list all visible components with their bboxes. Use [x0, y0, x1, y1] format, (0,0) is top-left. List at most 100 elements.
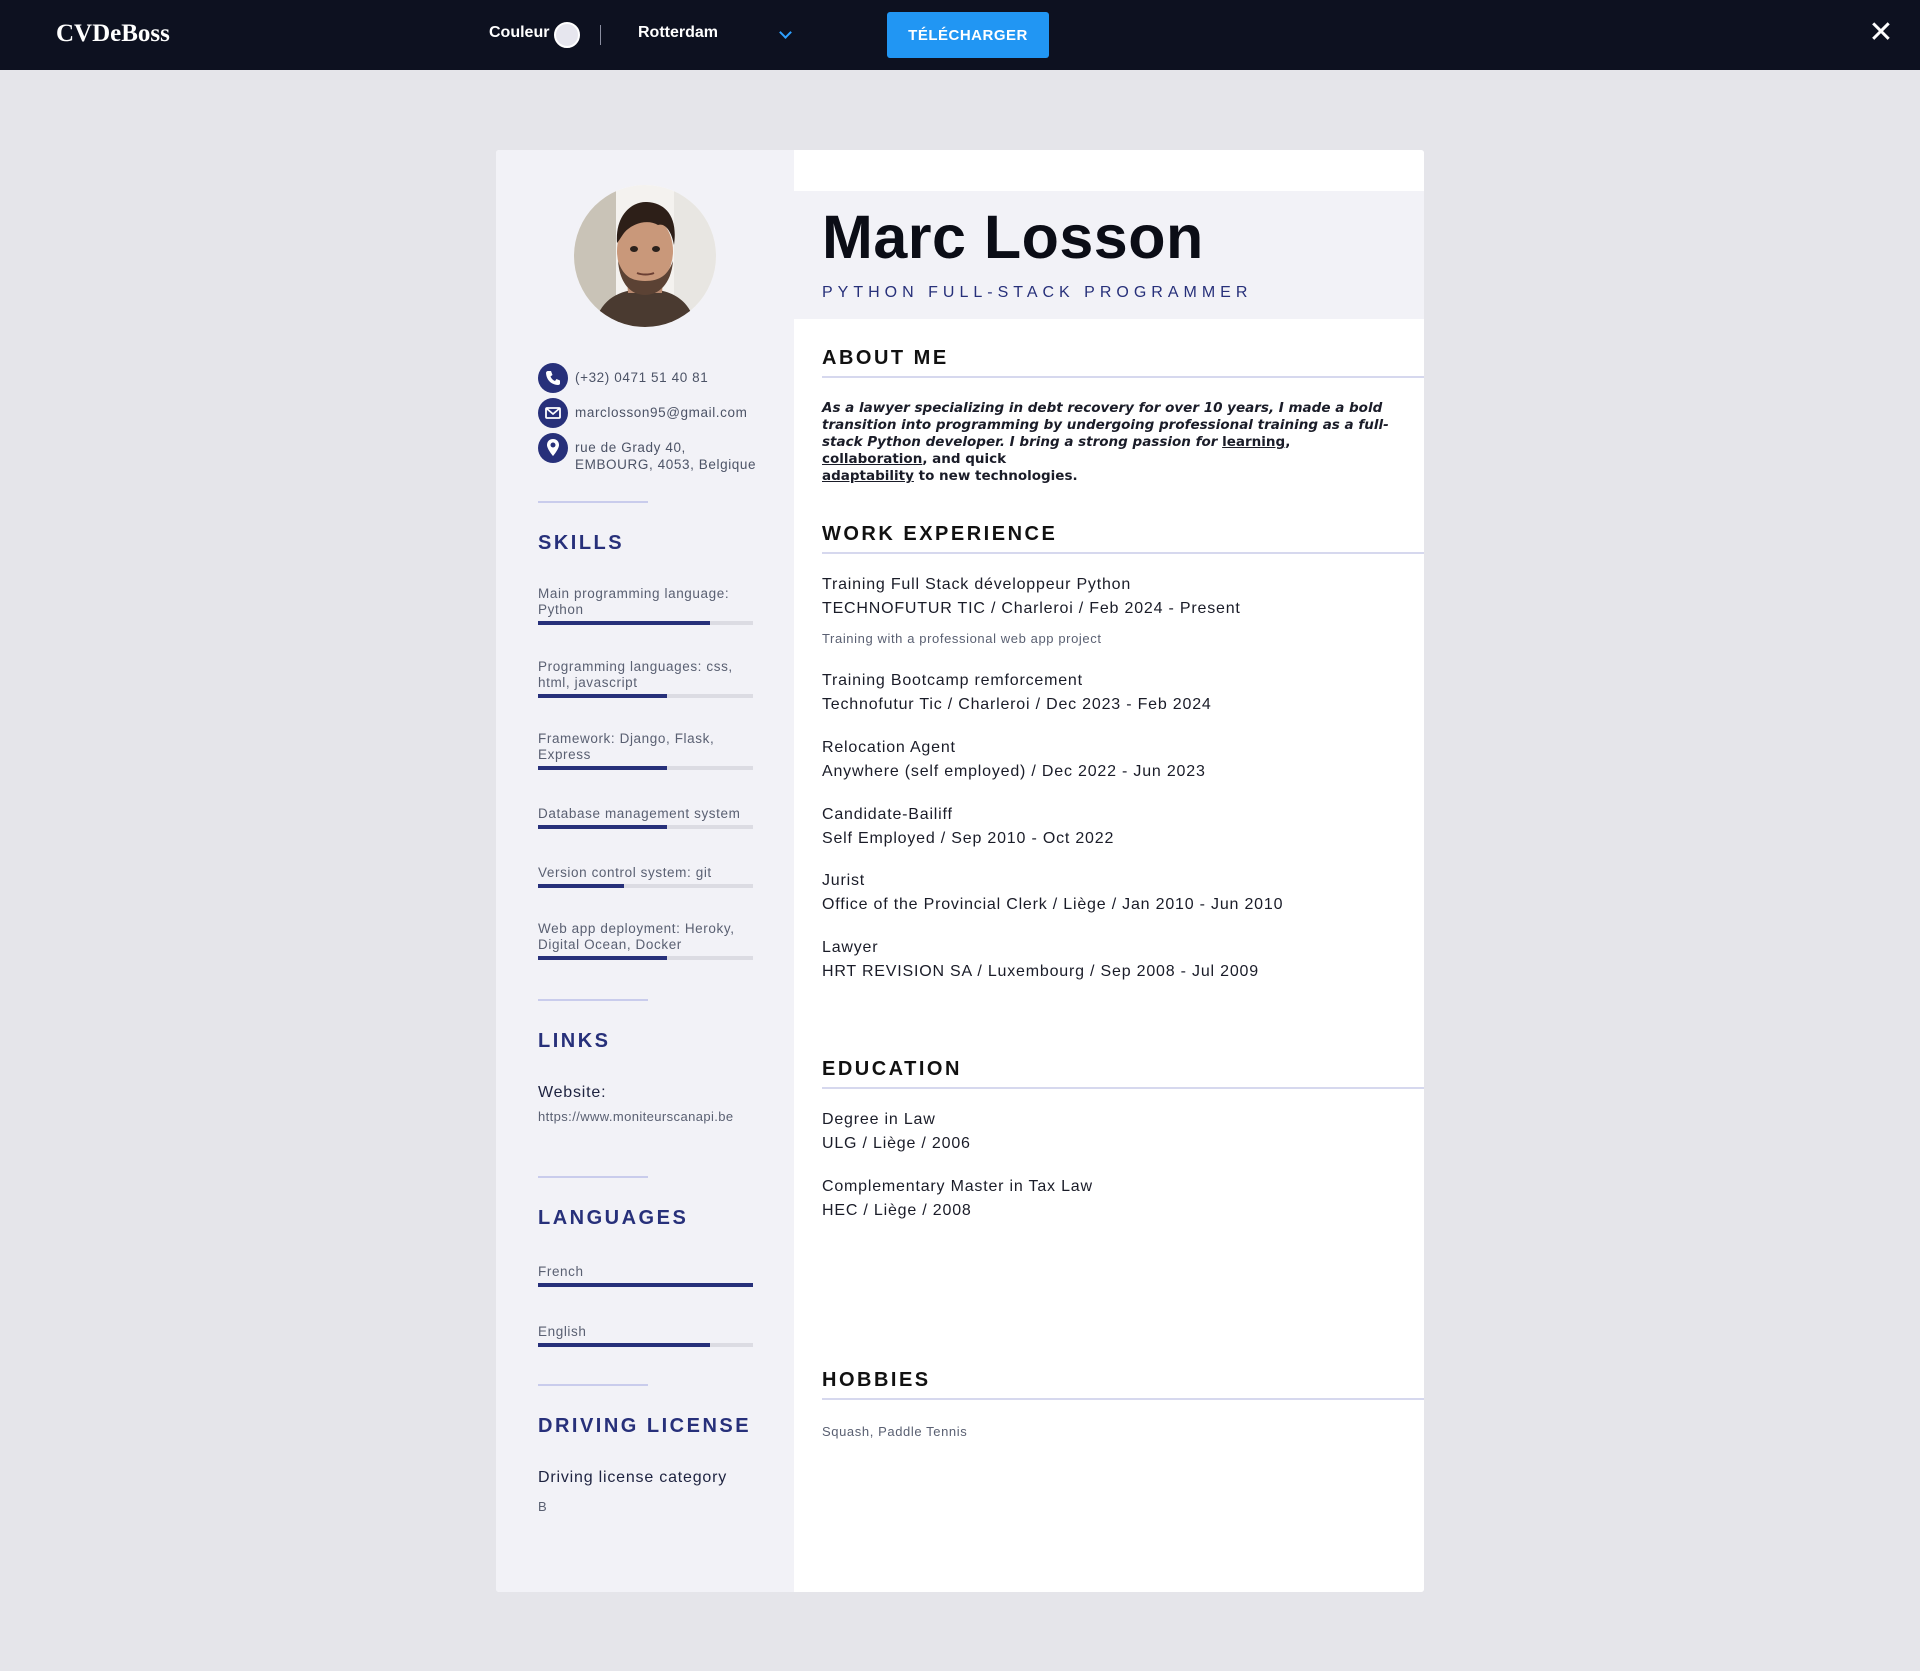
language-label: English: [538, 1324, 587, 1339]
skill-item: Web app deployment: Heroky, Digital Ocea…: [538, 921, 753, 960]
skill-label: Database management system: [538, 806, 741, 821]
hobbies-text: Squash, Paddle Tennis: [822, 1424, 968, 1439]
cv-name: Marc Losson: [822, 203, 1204, 271]
location-pin-icon: [538, 433, 568, 463]
language-label: French: [538, 1264, 584, 1279]
toolbar-divider: [600, 25, 601, 45]
chevron-down-icon: [779, 26, 792, 39]
skill-level-fill: [538, 884, 624, 888]
cv-job-title: PYTHON FULL-STACK PROGRAMMER: [822, 284, 1253, 301]
about-part-2: , and quick: [922, 451, 1007, 467]
about-learning-link[interactable]: learning: [1222, 434, 1285, 450]
work-detail: Technofutur Tic / Charleroi / Dec 2023 -…: [822, 696, 1212, 713]
about-text: As a lawyer specializing in debt recover…: [822, 400, 1392, 485]
section-rule: [822, 1398, 1424, 1400]
sidebar-divider: [538, 501, 648, 503]
language-level-fill: [538, 1283, 753, 1287]
driving-license-value: B: [538, 1499, 548, 1514]
language-item: French: [538, 1264, 753, 1287]
avatar: [574, 185, 716, 327]
education-degree: Degree in Law: [822, 1111, 936, 1128]
work-experience-title: WORK EXPERIENCE: [822, 523, 1058, 545]
work-detail: TECHNOFUTUR TIC / Charleroi / Feb 2024 -…: [822, 600, 1241, 617]
address-line-2: EMBOURG, 4053, Belgique: [575, 457, 757, 472]
work-entry: Training Bootcamp remforcement Technofut…: [822, 669, 1412, 717]
skill-level-bar: [538, 825, 753, 829]
education-detail: HEC / Liège / 2008: [822, 1202, 972, 1219]
skill-level-fill: [538, 694, 667, 698]
skill-label: Main programming language: Python: [538, 586, 730, 617]
skill-level-bar: [538, 621, 753, 625]
skill-level-bar: [538, 694, 753, 698]
work-detail: HRT REVISION SA / Luxembourg / Sep 2008 …: [822, 963, 1259, 980]
skill-item: Main programming language: Python: [538, 586, 753, 625]
skill-item: Framework: Django, Flask, Express: [538, 731, 753, 770]
sidebar-divider: [538, 999, 648, 1001]
skill-level-bar: [538, 766, 753, 770]
work-role: Relocation Agent: [822, 739, 956, 756]
section-rule: [822, 376, 1424, 378]
template-select[interactable]: Rotterdam: [638, 14, 798, 56]
address-text: rue de Grady 40, EMBOURG, 4053, Belgique: [575, 439, 790, 473]
skill-level-fill: [538, 825, 667, 829]
color-picker-swatch[interactable]: [554, 22, 580, 48]
sidebar-divider: [538, 1384, 648, 1386]
section-rule: [822, 1087, 1424, 1089]
template-select-value: Rotterdam: [638, 24, 719, 41]
work-detail: Self Employed / Sep 2010 - Oct 2022: [822, 830, 1115, 847]
skills-title: SKILLS: [538, 532, 625, 554]
about-title: ABOUT ME: [822, 347, 949, 369]
email-address[interactable]: marclosson95@gmail.com: [575, 404, 790, 421]
skill-item: Version control system: git: [538, 865, 753, 888]
skill-label: Framework: Django, Flask, Express: [538, 731, 715, 762]
skill-level-fill: [538, 621, 710, 625]
skill-level-bar: [538, 884, 753, 888]
education-degree: Complementary Master in Tax Law: [822, 1178, 1093, 1195]
language-item: English: [538, 1324, 753, 1347]
work-entry: Relocation Agent Anywhere (self employed…: [822, 736, 1412, 784]
skill-level-bar: [538, 956, 753, 960]
languages-title: LANGUAGES: [538, 1207, 689, 1229]
work-entry: Jurist Office of the Provincial Clerk / …: [822, 869, 1412, 917]
hobbies-title: HOBBIES: [822, 1369, 931, 1391]
website-label: Website:: [538, 1084, 607, 1101]
work-detail: Anywhere (self employed) / Dec 2022 - Ju…: [822, 763, 1206, 780]
language-level-bar: [538, 1283, 753, 1287]
about-part-3: to new technologies.: [913, 468, 1078, 484]
editor-toolbar: CVDeBoss Couleur Rotterdam TÉLÉCHARGER ✕: [0, 0, 1920, 70]
about-collaboration-link[interactable]: collaboration: [822, 451, 922, 467]
work-role: Training Bootcamp remforcement: [822, 672, 1083, 689]
work-role: Jurist: [822, 872, 866, 889]
cv-page: (+32) 0471 51 40 81 marclosson95@gmail.c…: [496, 150, 1424, 1592]
about-part-1: As a lawyer specializing in debt recover…: [822, 400, 1389, 450]
language-level-bar: [538, 1343, 753, 1347]
work-description: Training with a professional web app pro…: [822, 631, 1102, 646]
close-icon[interactable]: ✕: [1868, 18, 1894, 48]
work-entry: Training Full Stack développeur Python T…: [822, 573, 1412, 651]
sidebar-divider: [538, 1176, 648, 1178]
color-label: Couleur: [489, 24, 550, 41]
skill-item: Database management system: [538, 806, 753, 829]
section-rule: [822, 552, 1424, 554]
education-entry: Degree in Law ULG / Liège / 2006: [822, 1108, 1412, 1156]
skill-level-fill: [538, 956, 667, 960]
about-adaptability-link[interactable]: adaptability: [822, 468, 914, 484]
skill-label: Version control system: git: [538, 865, 712, 880]
work-role: Training Full Stack développeur Python: [822, 576, 1132, 593]
skill-level-fill: [538, 766, 667, 770]
skill-item: Programming languages: css, html, javasc…: [538, 659, 753, 698]
driving-license-title: DRIVING LICENSE: [538, 1415, 752, 1437]
skill-label: Web app deployment: Heroky, Digital Ocea…: [538, 921, 735, 952]
work-role: Lawyer: [822, 939, 879, 956]
work-detail: Office of the Provincial Clerk / Liège /…: [822, 896, 1284, 913]
download-button[interactable]: TÉLÉCHARGER: [887, 12, 1049, 58]
brand-logo[interactable]: CVDeBoss: [56, 20, 170, 48]
phone-number[interactable]: (+32) 0471 51 40 81: [575, 369, 790, 386]
email-icon: [538, 398, 568, 428]
work-entry: Candidate-Bailiff Self Employed / Sep 20…: [822, 803, 1412, 851]
driving-license-label: Driving license category: [538, 1469, 728, 1486]
education-detail: ULG / Liège / 2006: [822, 1135, 971, 1152]
website-link[interactable]: https://www.moniteurscanapi.be: [538, 1109, 734, 1124]
phone-icon: [538, 363, 568, 393]
language-level-fill: [538, 1343, 710, 1347]
